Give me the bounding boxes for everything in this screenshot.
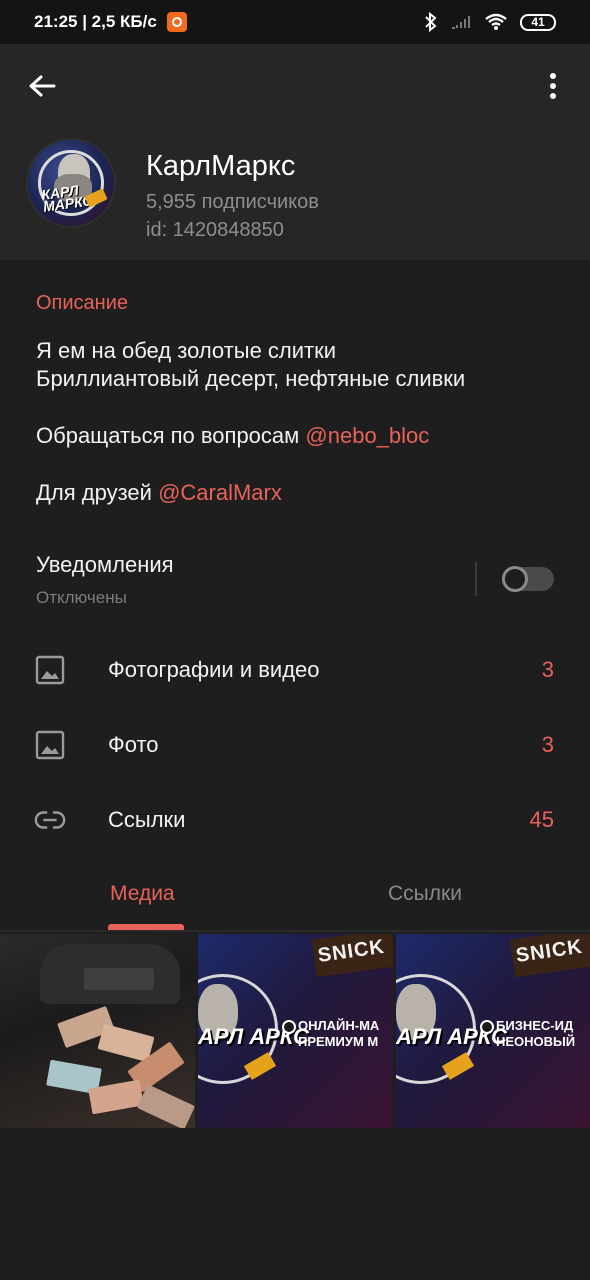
more-dot-icon [550, 83, 556, 89]
banknote [136, 1084, 195, 1128]
media-tabs: Медиа Ссылки [0, 866, 590, 932]
mention-link[interactable]: @CaralMarx [158, 480, 282, 505]
bluetooth-icon [425, 12, 437, 32]
media-thumbnail[interactable] [0, 934, 195, 1128]
notifications-toggle[interactable] [502, 566, 554, 592]
promo-text: БИЗНЕС-ИД НЕОНОВЫЙ [496, 1018, 575, 1050]
row-count: 45 [529, 807, 554, 832]
more-dot-icon [550, 73, 556, 79]
subscriber-count: 5,955 подписчиков [146, 191, 319, 213]
status-bar: 21:25 | 2,5 КБ/с 41 [0, 0, 590, 44]
promo-text-line: ПРЕМИУМ М [298, 1034, 379, 1049]
friends-prefix: Для друзей [36, 480, 159, 505]
row-photos-videos[interactable]: Фотографии и видео 3 [0, 640, 590, 700]
media-thumbnail[interactable]: SNICK АРЛ АРКС БИЗНЕС-ИД НЕОНОВЫЙ [396, 934, 590, 1128]
promo-text-line: НЕОНОВЫЙ [496, 1034, 576, 1049]
arrow-right-icon [282, 1020, 296, 1034]
channel-name: КарлМаркс [146, 150, 296, 182]
promo-text-line: ОНЛАЙН-МА [298, 1018, 380, 1033]
media-thumbnail[interactable]: SNICK АРЛ АРКС ОНЛАЙН-МА ПРЕМИУМ М [198, 934, 393, 1128]
row-count: 3 [541, 732, 554, 757]
row-label: Фото [108, 732, 159, 757]
candy-bar: SNICK [509, 934, 590, 978]
candy-bar-text: SNICK [316, 935, 387, 967]
arrow-right-icon [480, 1020, 494, 1034]
battery-icon: 41 [520, 13, 556, 31]
channel-header: КАРЛ МАРКС КарлМаркс 5,955 подписчиков i… [0, 44, 590, 260]
description-line: Я ем на обед золотые слитки [36, 338, 337, 363]
image-icon [34, 729, 66, 761]
notifications-title[interactable]: Уведомления [36, 552, 174, 578]
back-button[interactable] [24, 68, 60, 104]
status-time: 21:25 | 2,5 КБ/с [34, 12, 157, 31]
promo-text: ОНЛАЙН-МА ПРЕМИУМ М [298, 1018, 379, 1050]
row-links[interactable]: Ссылки 45 [0, 790, 590, 850]
row-label: Ссылки [108, 807, 186, 832]
more-options-button[interactable] [538, 68, 568, 104]
app-notification-icon [166, 12, 187, 32]
friends-line: Для друзей @CaralMarx [36, 480, 282, 506]
media-grid: SNICK АРЛ АРКС ОНЛАЙН-МА ПРЕМИУМ М SNICK… [0, 934, 590, 1128]
contact-prefix: Обращаться по вопросам [36, 423, 306, 448]
tab-media[interactable]: Медиа [110, 882, 175, 906]
arrow-left-icon [29, 75, 56, 97]
description-line: Бриллиантовый десерт, нефтяные сливки [36, 366, 466, 391]
notifications-status: Отключены [36, 588, 127, 607]
status-left: 21:25 | 2,5 КБ/с [34, 12, 187, 32]
image-icon [34, 654, 66, 686]
toggle-knob [502, 566, 528, 592]
signal-icon [452, 16, 470, 29]
more-dot-icon [550, 93, 556, 99]
battery-level: 41 [531, 15, 545, 29]
status-right: 41 [424, 12, 556, 32]
candy-bar-text: SNICK [514, 935, 585, 967]
tab-links[interactable]: Ссылки [388, 882, 462, 906]
row-count: 3 [541, 657, 554, 682]
mention-link[interactable]: @nebo_bloc [305, 423, 429, 448]
wifi-icon [485, 13, 507, 30]
channel-avatar[interactable]: КАРЛ МАРКС [26, 138, 116, 228]
channel-id: id: 1420848850 [146, 219, 284, 241]
contact-line: Обращаться по вопросам @nebo_bloc [36, 423, 429, 449]
row-label: Фотографии и видео [108, 657, 320, 682]
candy-bar: SNICK [311, 934, 393, 978]
car-vent [84, 968, 154, 990]
divider [475, 562, 477, 596]
description-title: Описание [36, 292, 129, 314]
link-icon [34, 804, 66, 836]
row-photos[interactable]: Фото 3 [0, 715, 590, 775]
promo-text-line: БИЗНЕС-ИД [496, 1018, 574, 1033]
active-tab-indicator [108, 924, 184, 930]
